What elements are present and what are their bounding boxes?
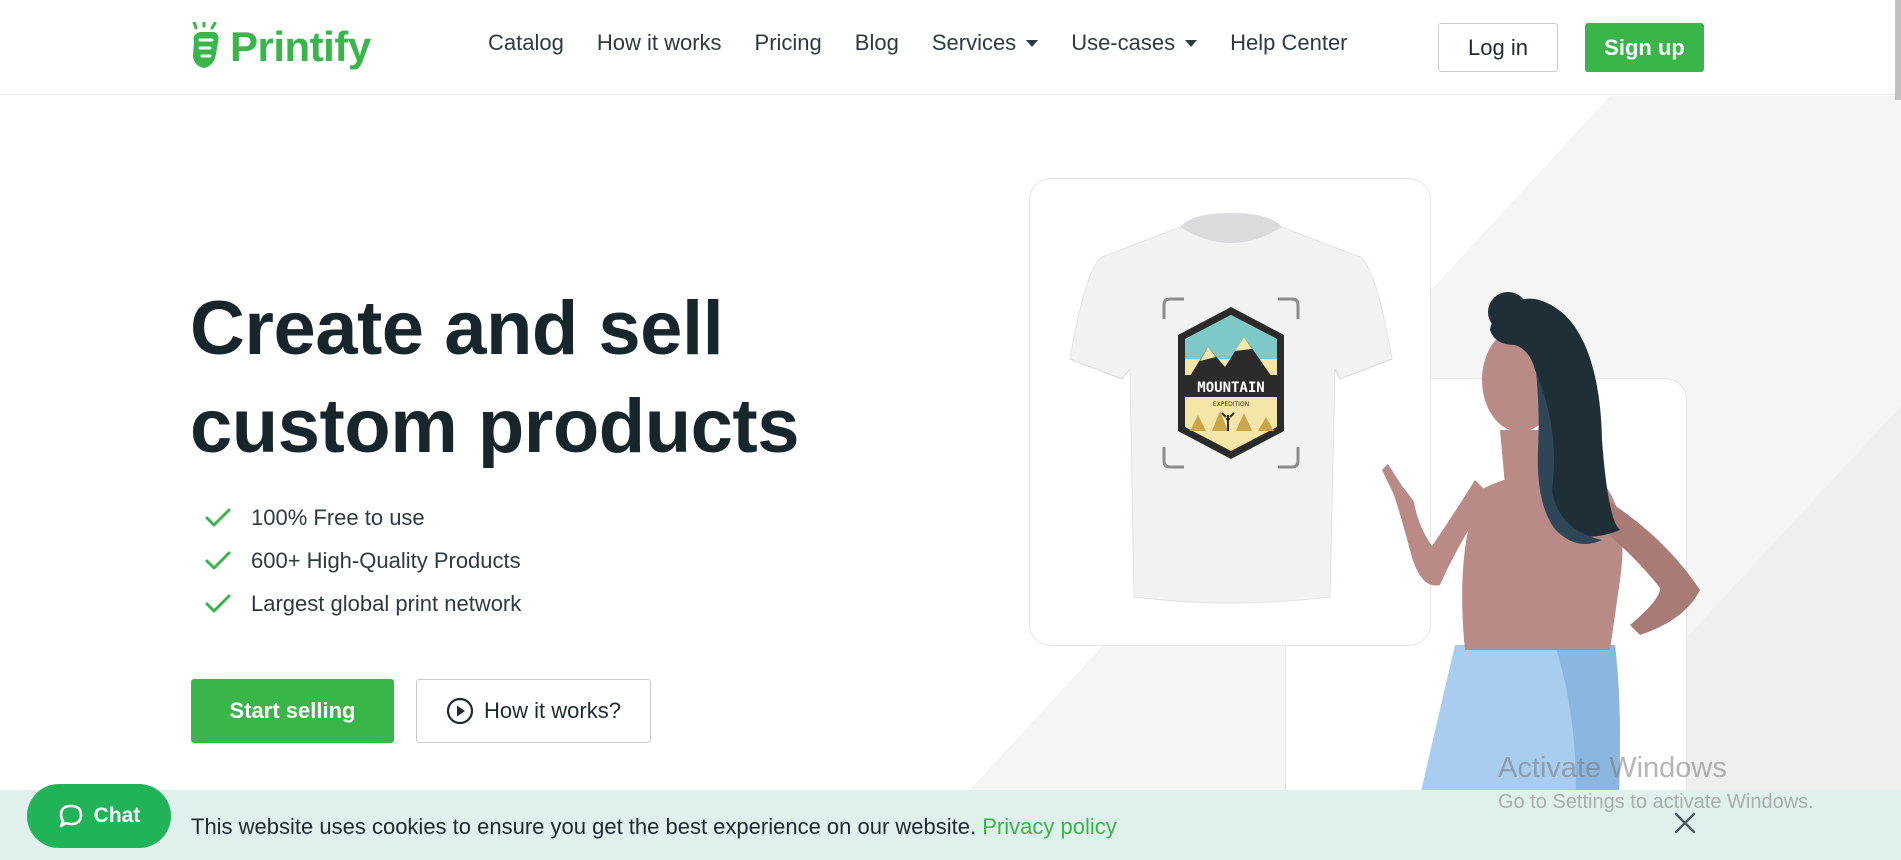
how-it-works-button[interactable]: How it works? <box>416 679 651 743</box>
logo[interactable]: Printify <box>190 22 371 72</box>
watermark-title: Activate Windows <box>1498 752 1727 784</box>
login-button[interactable]: Log in <box>1438 23 1558 72</box>
site-header: Printify Catalog How it works Pricing Bl… <box>0 0 1901 95</box>
check-icon <box>205 594 231 612</box>
nav-item-catalog[interactable]: Catalog <box>488 30 564 56</box>
chat-button[interactable]: Chat <box>27 784 171 848</box>
nav-item-use-cases[interactable]: Use-cases <box>1071 30 1198 56</box>
start-selling-button[interactable]: Start selling <box>191 679 394 743</box>
cookie-message: This website uses cookies to ensure you … <box>191 814 1117 840</box>
nav-label: Services <box>931 30 1017 55</box>
hero-title-line2: custom products <box>190 384 800 469</box>
nav-item-services[interactable]: Services <box>931 30 1039 56</box>
cookie-text: This website uses cookies to ensure you … <box>191 814 977 839</box>
feature-item: 600+ High-Quality Products <box>205 539 521 582</box>
main-nav: Catalog How it works Pricing Blog Servic… <box>488 30 1381 56</box>
feature-text: 600+ High-Quality Products <box>251 547 521 573</box>
watermark-subtitle: Go to Settings to activate Windows. <box>1498 791 1814 813</box>
chevron-down-icon <box>1026 39 1039 47</box>
check-icon <box>205 508 231 526</box>
nav-item-blog[interactable]: Blog <box>855 30 899 56</box>
nav-item-pricing[interactable]: Pricing <box>755 30 822 56</box>
nav-item-help-center[interactable]: Help Center <box>1230 30 1347 56</box>
nav-label: Help Center <box>1230 30 1348 55</box>
hero-title-line1: Create and sell <box>190 286 724 371</box>
scrollbar[interactable] <box>1895 0 1901 100</box>
chat-bubble-icon <box>59 804 82 828</box>
windows-activation-watermark: Activate Windows Go to Settings to activ… <box>1498 752 1814 814</box>
chevron-down-icon <box>1185 39 1198 47</box>
privacy-policy-link[interactable]: Privacy policy <box>982 814 1116 839</box>
badge-subtitle: EXPEDITION <box>1213 401 1249 408</box>
play-circle-icon <box>446 697 474 725</box>
logo-text: Printify <box>230 23 371 70</box>
badge-title: MOUNTAIN <box>1197 380 1264 396</box>
nav-label: Use-cases <box>1071 30 1176 55</box>
signup-button[interactable]: Sign up <box>1585 23 1704 72</box>
how-it-works-label: How it works? <box>484 698 621 723</box>
feature-item: 100% Free to use <box>205 496 521 539</box>
check-icon <box>205 551 231 569</box>
feature-text: 100% Free to use <box>251 504 425 530</box>
nav-label: How it works <box>596 30 722 55</box>
nav-item-how-it-works[interactable]: How it works <box>597 30 722 56</box>
chat-label: Chat <box>93 804 141 827</box>
feature-list: 100% Free to use 600+ High-Quality Produ… <box>205 496 521 625</box>
nav-label: Catalog <box>488 30 564 55</box>
hero-title: Create and sell custom products <box>190 280 890 476</box>
feature-text: Largest global print network <box>251 590 522 616</box>
nav-label: Pricing <box>754 30 822 55</box>
printify-logo-icon <box>192 22 219 68</box>
nav-label: Blog <box>854 30 899 55</box>
feature-item: Largest global print network <box>205 582 521 625</box>
